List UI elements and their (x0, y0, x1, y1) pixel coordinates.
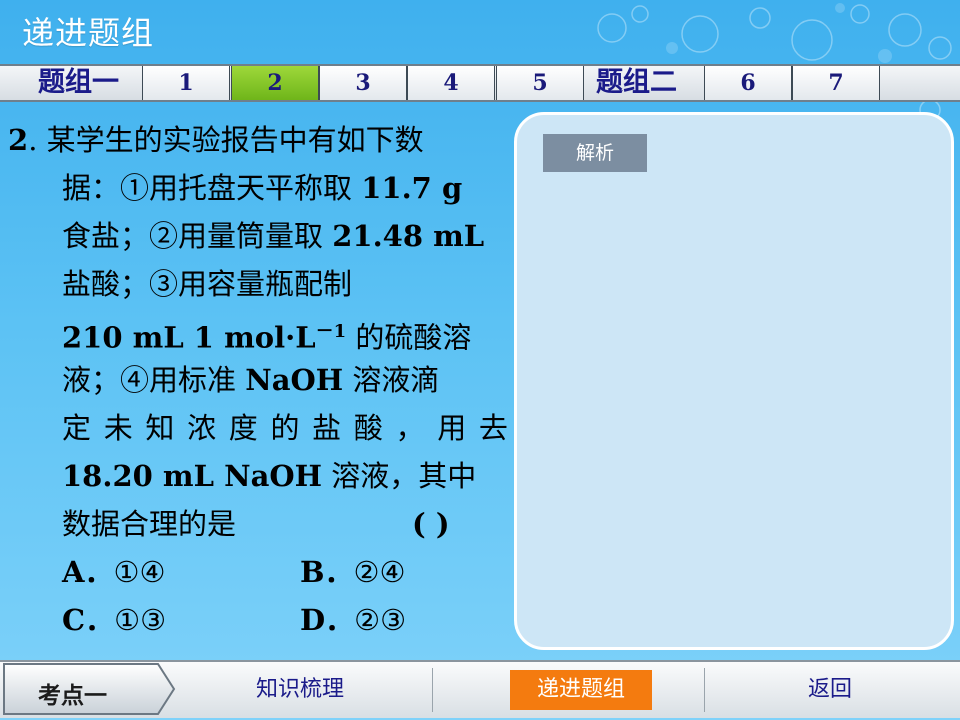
options-row-2: C．①③ D．②③ (8, 596, 508, 644)
tab-question-7[interactable]: 7 (792, 66, 880, 100)
nav-progressive-questions[interactable]: 递进题组 (510, 670, 652, 710)
nav-divider (432, 668, 433, 712)
page-title: 递进题组 (22, 14, 155, 52)
question-tab-strip: 题组一 1 2 3 4 5 题组二 6 7 (0, 64, 960, 102)
question-line-6: 液；④用标准 NaOH 溶液滴 (62, 363, 440, 397)
group1-label: 题组一 (38, 67, 119, 98)
tab-question-3[interactable]: 3 (319, 66, 407, 100)
section-label[interactable]: 考点一 (38, 676, 107, 710)
option-d[interactable]: D．②③ (300, 596, 406, 644)
option-b[interactable]: B．②④ (300, 548, 406, 596)
question-line-3: 食盐；②用量筒量取 21.48 mL (62, 219, 485, 253)
question-line-9: 数据合理的是 ( ) (8, 500, 508, 548)
group2-label: 题组二 (596, 67, 677, 98)
question-line-5: 210 mL 1 mol·L－1 的硫酸溶 (62, 320, 472, 355)
question-line-7: 定未知浓度的盐酸，用去 (62, 411, 508, 445)
tab-question-2[interactable]: 2 (231, 66, 319, 100)
option-c[interactable]: C．①③ (62, 596, 166, 644)
question-line-1: 2. 某学生的实验报告中有如下数 (8, 123, 424, 157)
nav-back[interactable]: 返回 (770, 670, 890, 710)
analysis-button[interactable]: 解析 (543, 134, 647, 172)
nav-divider (704, 668, 705, 712)
nav-knowledge-review[interactable]: 知识梳理 (220, 670, 380, 710)
tab-question-5[interactable]: 5 (496, 66, 584, 100)
tab-question-1[interactable]: 1 (142, 66, 230, 100)
option-a[interactable]: A．①④ (62, 548, 166, 596)
answer-parentheses: ( ) (412, 507, 450, 541)
options-row-1: A．①④ B．②④ (8, 548, 508, 596)
answer-panel (514, 112, 954, 650)
tab-question-4[interactable]: 4 (407, 66, 495, 100)
tab-question-6[interactable]: 6 (704, 66, 792, 100)
question-line-4: 盐酸；③用容量瓶配制 (62, 267, 353, 301)
question-number: 2 (8, 123, 29, 157)
question-line-8: 18.20 mL NaOH 溶液，其中 (62, 459, 477, 493)
title-bar: 递进题组 (0, 0, 960, 60)
question-line-2: 据：①用托盘天平称取 11.7 g (62, 171, 463, 205)
question-text: 2. 某学生的实验报告中有如下数 据：①用托盘天平称取 11.7 g 食盐；②用… (8, 116, 508, 644)
